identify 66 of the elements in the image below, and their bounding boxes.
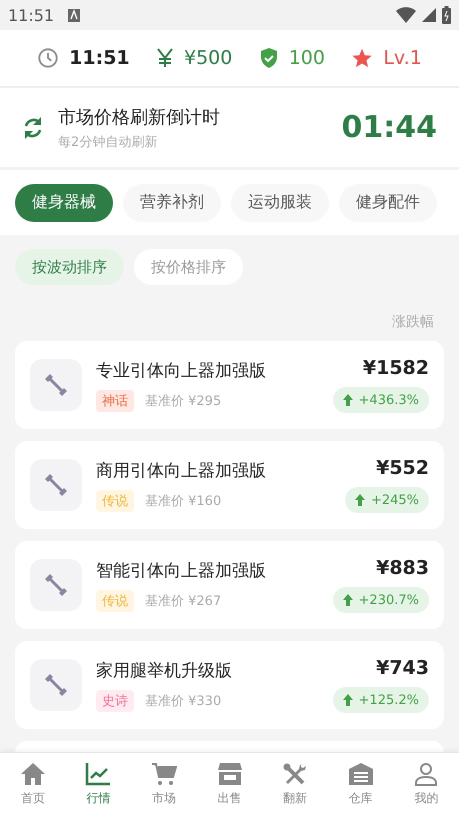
rarity-tag: 神话 [96,390,134,412]
change-badge: +230.7% [332,587,429,613]
rarity-tag: 传说 [96,590,134,612]
change-badge: +125.2% [332,687,429,713]
nav-tab[interactable]: 市场 [131,753,197,816]
dumbbell-icon [30,559,82,611]
nav-tab[interactable]: 首页 [0,753,66,816]
item-name: 家用腿举机升级版 [96,660,233,682]
keyboard-icon [68,8,80,22]
countdown-title: 市场价格刷新倒计时 [58,106,220,128]
item-card[interactable]: 专业引体向上器加强版 神话 基准价 ¥295 ¥1582 +436.3% [15,341,444,429]
item-price: ¥552 [376,457,429,479]
sort-button[interactable]: 按价格排序 [134,249,243,285]
category-tab[interactable]: 健身配件 [339,184,437,222]
yen-icon [156,48,174,68]
status-time: 11:51 [8,6,54,24]
shield-check-icon [258,47,279,69]
signal-icon [422,8,436,22]
dumbbell-icon [30,359,82,411]
nav-tab[interactable]: 行情 [66,753,132,816]
stat-value: ¥500 [184,47,232,69]
nav-tab[interactable]: 仓库 [328,753,394,816]
base-price: 基准价 ¥160 [145,492,222,510]
nav-tab[interactable]: 我的 [393,753,459,816]
item-card[interactable]: 智能引体向上器加强版 传说 基准价 ¥267 ¥883 +230.7% [15,541,444,629]
refresh-icon [22,116,44,140]
stat-value: Lv.1 [383,47,422,69]
warehouse-icon [348,762,374,786]
change-badge: +436.3% [332,387,429,413]
countdown-timer: 01:44 [342,110,437,145]
item-price: ¥743 [376,657,429,679]
clock-icon [37,47,60,69]
stat-value: 100 [288,47,325,69]
item-price: ¥883 [376,557,429,579]
base-price: 基准价 ¥330 [145,692,222,710]
cart-icon [150,762,177,786]
category-tab[interactable]: 营养补剂 [123,184,221,222]
item-price: ¥1582 [362,357,429,379]
item-card[interactable]: 家用腿举机升级版 史诗 基准价 ¥330 ¥743 +125.2% [15,641,444,729]
tools-icon [282,762,308,786]
dumbbell-icon [30,459,82,511]
battery-icon [442,6,451,24]
nav-tab[interactable]: 出售 [196,753,262,816]
rarity-tag: 传说 [96,490,134,512]
person-icon [413,762,440,786]
chart-icon [85,762,112,786]
rarity-tag: 史诗 [96,690,134,712]
star-icon [351,47,374,69]
store-icon [216,762,243,786]
countdown-subtitle: 每2分钟自动刷新 [58,134,158,150]
item-name: 智能引体向上器加强版 [96,560,267,582]
change-badge: +245% [344,487,429,513]
item-name: 商用引体向上器加强版 [96,460,267,482]
category-tab[interactable]: 健身器械 [15,184,113,222]
base-price: 基准价 ¥267 [145,592,222,610]
home-icon [20,762,46,786]
item-card[interactable]: 商用引体向上器加强版 传说 基准价 ¥160 ¥552 +245% [15,441,444,529]
sort-button[interactable]: 按波动排序 [15,249,124,285]
category-tab[interactable]: 运动服装 [231,184,329,222]
wifi-icon [396,7,416,23]
stat-value: 11:51 [69,47,130,69]
base-price: 基准价 ¥295 [145,392,222,410]
item-name: 专业引体向上器加强版 [96,360,267,382]
column-header: 涨跌幅 [392,313,434,331]
dumbbell-icon [30,659,82,711]
nav-tab[interactable]: 翻新 [262,753,328,816]
